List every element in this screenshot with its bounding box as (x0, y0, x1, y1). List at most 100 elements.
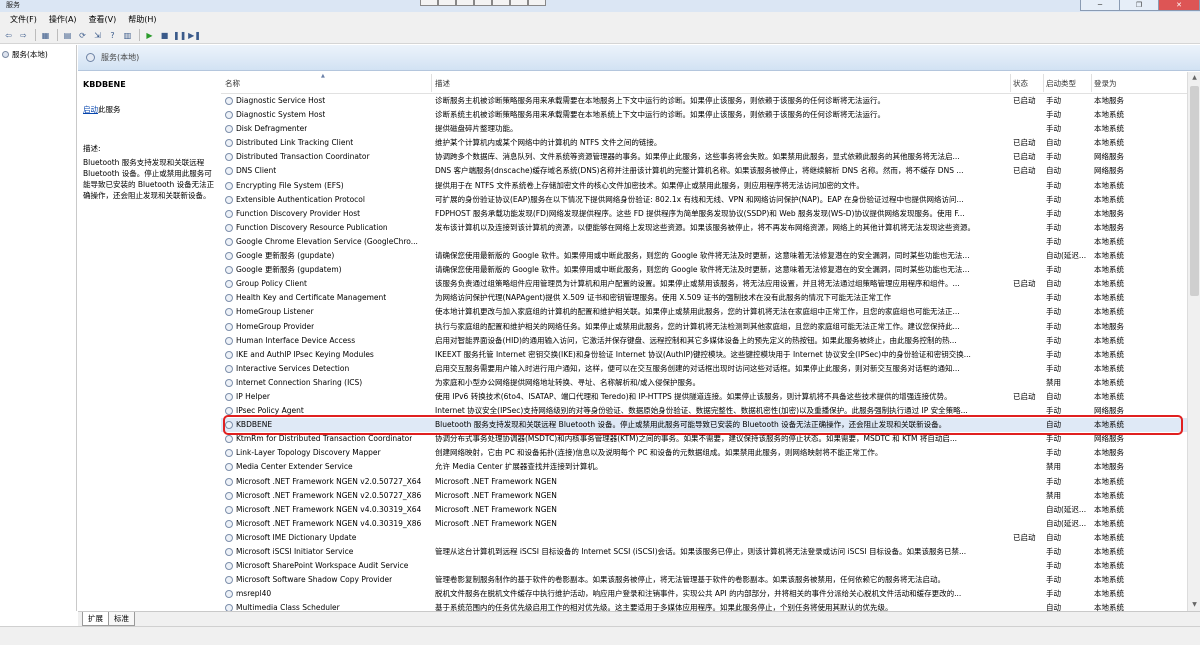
play-icon[interactable]: ▶ (143, 29, 156, 42)
column-divider[interactable] (1010, 74, 1011, 92)
service-row[interactable]: Interactive Services Detection 启用交互服务需要用户… (221, 362, 1187, 376)
service-row[interactable]: Microsoft .NET Framework NGEN v4.0.30319… (221, 517, 1187, 531)
service-row[interactable]: Diagnostic System Host 诊断系统主机被诊断策略服务用来承载需… (221, 108, 1187, 122)
service-row[interactable]: HomeGroup Listener 使本地计算机更改与加入家庭组的计算机的配置和… (221, 305, 1187, 319)
service-row[interactable]: Google Chrome Elevation Service (GoogleC… (221, 235, 1187, 249)
service-row[interactable]: IKE and AuthIP IPsec Keying Modules IKEEX… (221, 348, 1187, 362)
service-status: 已启动 (1013, 532, 1036, 542)
view-icon[interactable]: ▥ (121, 29, 134, 42)
service-row[interactable]: Media Center Extender Service 允许 Media Ce… (221, 460, 1187, 474)
service-row[interactable]: Multimedia Class Scheduler 基于系统范围内的任务优先级启… (221, 601, 1187, 611)
menu-file[interactable]: 文件(F) (4, 14, 43, 25)
gear-icon (225, 590, 233, 599)
service-description: 发布该计算机以及连接到该计算机的资源，以便能够在网络上发现这些资源。如果该服务被… (435, 222, 975, 232)
service-row[interactable]: Google 更新服务 (gupdatem) 请确保您使用最新版的 Google … (221, 263, 1187, 277)
restart-icon[interactable]: ▶❚ (188, 29, 201, 42)
service-row[interactable]: IP Helper 使用 IPv6 转换技术(6to4、ISATAP、端口代理和 … (221, 390, 1187, 404)
service-row[interactable]: Function Discovery Resource Publication 发… (221, 221, 1187, 235)
column-header-status[interactable]: 状态 (1013, 78, 1028, 89)
tab-standard[interactable]: 标准 (108, 612, 135, 626)
service-name: Media Center Extender Service (236, 462, 353, 472)
back-arrow-icon[interactable]: ⇦ (2, 29, 15, 42)
service-row[interactable]: Link-Layer Topology Discovery Mapper 创建网络… (221, 446, 1187, 460)
column-divider[interactable] (1091, 74, 1092, 92)
service-name-cell: Microsoft .NET Framework NGEN v2.0.50727… (225, 489, 430, 503)
column-divider[interactable] (431, 74, 432, 92)
service-row[interactable]: HomeGroup Provider 执行与家庭组的配置和维护相关的网络任务。如果… (221, 320, 1187, 334)
service-logon-as: 本地系统 (1094, 518, 1124, 528)
service-name-cell: msrepl40 (225, 587, 430, 601)
task-button[interactable] (456, 0, 474, 6)
service-row[interactable]: Extensible Authentication Protocol 可扩展的身份… (221, 193, 1187, 207)
menu-view[interactable]: 查看(V) (83, 14, 123, 25)
service-row[interactable]: Distributed Transaction Coordinator 协调跨多个… (221, 150, 1187, 164)
column-header-name[interactable]: 名称 (225, 78, 240, 89)
restore-button[interactable]: ❐ (1119, 0, 1159, 11)
menu-action[interactable]: 操作(A) (43, 14, 83, 25)
service-row[interactable]: Microsoft SharePoint Workspace Audit Ser… (221, 559, 1187, 573)
refresh-icon[interactable]: ⟳ (76, 29, 89, 42)
service-row[interactable]: Human Interface Device Access 启用对智能界面设备(H… (221, 334, 1187, 348)
service-logon-as: 本地服务 (1094, 96, 1124, 105)
scroll-up-icon[interactable]: ▲ (1188, 72, 1200, 84)
service-row[interactable]: Microsoft .NET Framework NGEN v4.0.30319… (221, 503, 1187, 517)
task-button[interactable] (474, 0, 492, 6)
service-description: 使本地计算机更改与加入家庭组的计算机的配置和维护相关联。如果停止或禁用此服务，您… (435, 307, 960, 317)
service-row[interactable]: Microsoft IME Dictionary Update 已启动 自动 本地系统 (221, 531, 1187, 545)
service-description: 提供磁盘碎片整理功能。 (435, 124, 518, 134)
service-row[interactable]: Microsoft Software Shadow Copy Provider 管… (221, 573, 1187, 587)
tree-node-services-local[interactable]: 服务(本地) (0, 45, 76, 64)
service-logon-as: 本地服务 (1094, 462, 1124, 472)
start-service-link[interactable]: 启动 (83, 105, 98, 114)
service-row[interactable]: Disk Defragmenter 提供磁盘碎片整理功能。 手动 本地系统 (221, 122, 1187, 136)
pause-icon[interactable]: ❚❚ (173, 29, 186, 42)
forward-arrow-icon[interactable]: ⇨ (17, 29, 30, 42)
service-name-cell: Microsoft IME Dictionary Update (225, 531, 430, 545)
service-row[interactable]: Function Discovery Provider Host FDPHOST … (221, 207, 1187, 221)
console-tree-icon[interactable]: ▦ (39, 29, 52, 42)
close-button[interactable]: ✕ (1158, 0, 1200, 11)
task-button[interactable] (492, 0, 510, 6)
service-row[interactable]: Health Key and Certificate Management 为网络… (221, 291, 1187, 305)
stop-icon[interactable]: ■ (158, 29, 171, 42)
task-button[interactable] (438, 0, 456, 6)
service-row[interactable]: Group Policy Client 该服务负责通过组策略组件应用管理员为计算机… (221, 277, 1187, 291)
service-row[interactable]: DNS Client DNS 客户端服务(dnscache)缓存域名系统(DNS)… (221, 164, 1187, 178)
service-row[interactable]: Distributed Link Tracking Client 维护某个计算机内… (221, 136, 1187, 150)
service-name-cell: Disk Defragmenter (225, 122, 430, 136)
column-divider[interactable] (1043, 74, 1044, 92)
service-row[interactable]: msrepl40 脱机文件服务在脱机文件缓存中执行维护活动，响应用户登录和注销事件… (221, 587, 1187, 601)
service-name: Function Discovery Resource Publication (236, 222, 388, 232)
service-startup-type: 禁用 (1046, 490, 1061, 500)
panel-header-title: 服务(本地) (101, 53, 140, 62)
menu-help[interactable]: 帮助(H) (122, 14, 162, 25)
toolbar-separator (35, 29, 36, 41)
gear-icon (225, 562, 233, 571)
service-startup-type: 手动 (1046, 110, 1061, 120)
task-button[interactable] (510, 0, 528, 6)
column-header-startup-type[interactable]: 启动类型 (1046, 78, 1076, 89)
service-row[interactable]: Internet Connection Sharing (ICS) 为家庭和小型办… (221, 376, 1187, 390)
gear-icon (225, 294, 233, 303)
properties-icon[interactable]: ▤ (61, 29, 74, 42)
service-row[interactable]: Microsoft .NET Framework NGEN v2.0.50727… (221, 475, 1187, 489)
service-row[interactable]: Diagnostic Service Host 诊断服务主机被诊断策略服务用来承载… (221, 94, 1187, 108)
service-row[interactable]: Microsoft iSCSI Initiator Service 管理从这台计算… (221, 545, 1187, 559)
minimize-button[interactable]: ─ (1080, 0, 1120, 11)
scrollbar-thumb[interactable] (1190, 86, 1199, 296)
service-row[interactable]: Encrypting File System (EFS) 提供用于在 NTFS 文… (221, 179, 1187, 193)
scroll-down-icon[interactable]: ▼ (1188, 599, 1200, 611)
tab-extended[interactable]: 扩展 (82, 612, 109, 626)
service-row[interactable]: Microsoft .NET Framework NGEN v2.0.50727… (221, 489, 1187, 503)
task-button[interactable] (528, 0, 546, 6)
service-logon-as: 本地系统 (1094, 335, 1124, 345)
view-tabs: 扩展 标准 (78, 611, 1200, 626)
column-header-logon[interactable]: 登录为 (1094, 78, 1117, 89)
help-icon[interactable]: ? (106, 29, 119, 42)
task-button[interactable] (420, 0, 438, 6)
column-header-description[interactable]: 描述 (435, 78, 450, 89)
export-icon[interactable]: ⇲ (91, 29, 104, 42)
service-row[interactable]: Google 更新服务 (gupdate) 请确保您使用最新版的 Google 软… (221, 249, 1187, 263)
service-name-cell: Microsoft Software Shadow Copy Provider (225, 573, 430, 587)
vertical-scrollbar[interactable]: ▲ ▼ (1187, 72, 1200, 611)
